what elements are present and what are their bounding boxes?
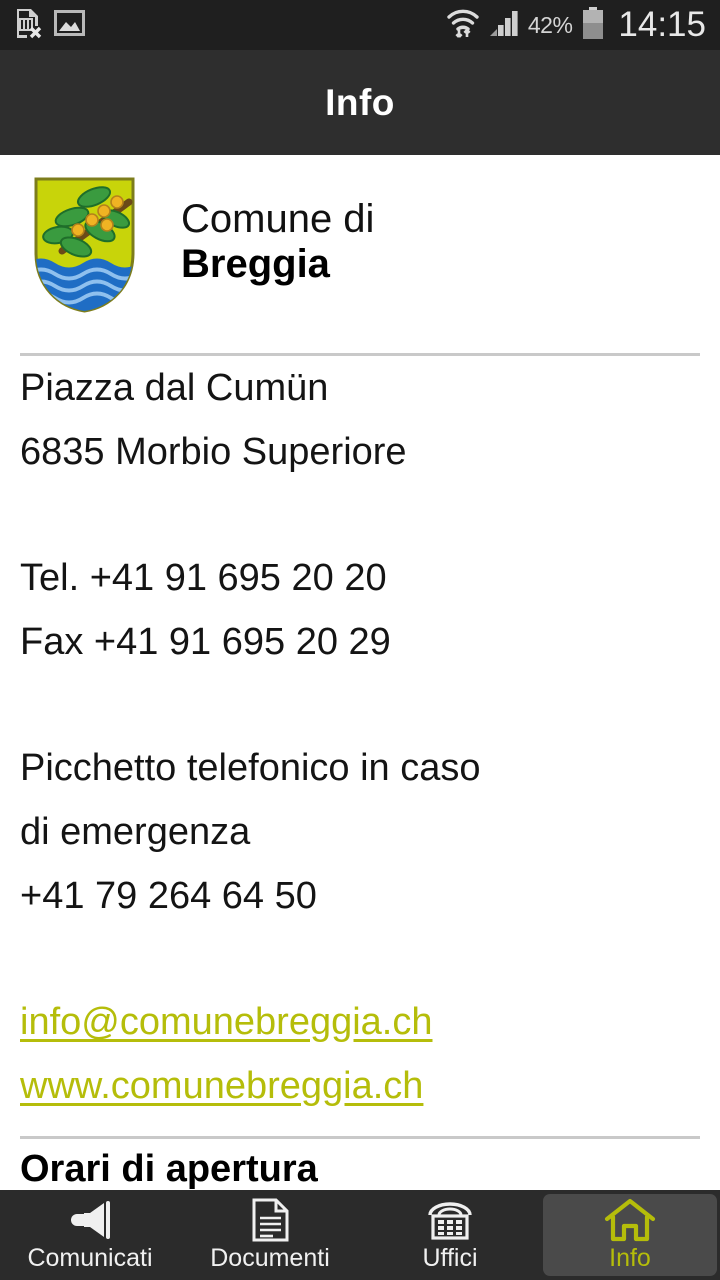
info-content[interactable]: Comune di Breggia Piazza dal Cumün 6835 … [0, 155, 720, 1190]
nav-tab-uffici[interactable]: Uffici [363, 1194, 537, 1276]
status-bar-right-icons: 42% 14:15 [446, 5, 706, 45]
nav-label-uffici: Uffici [422, 1244, 478, 1272]
brand-line-comune: Comune di [181, 197, 375, 241]
emergency-number: +41 79 264 64 50 [20, 875, 317, 917]
bottom-navigation-bar: Comunicati Documenti Uffici Info [0, 1190, 720, 1280]
nav-tab-info[interactable]: Info [543, 1194, 717, 1276]
page-title: Info [325, 81, 395, 123]
nav-tab-documenti[interactable]: Documenti [183, 1194, 357, 1276]
nav-label-info: Info [609, 1244, 651, 1272]
breggia-coat-of-arms-icon [32, 175, 137, 315]
cellular-signal-icon [489, 9, 519, 42]
brand-text: Comune di Breggia [181, 175, 374, 287]
sim-card-error-icon [14, 7, 44, 44]
document-icon [251, 1198, 289, 1242]
nav-label-documenti: Documenti [210, 1244, 330, 1272]
app-screen: 42% 14:15 Info Comune di Breggia Piazza … [0, 0, 720, 1280]
nav-label-comunicati: Comunicati [27, 1244, 153, 1272]
website-link[interactable]: www.comunebreggia.ch [20, 1054, 700, 1118]
address-city: 6835 Morbio Superiore [20, 431, 407, 473]
email-link[interactable]: info@comunebreggia.ch [20, 990, 700, 1054]
status-bar-left-icons [14, 7, 85, 44]
brand-line-breggia: Breggia [181, 241, 330, 286]
emergency-label-line2: di emergenza [20, 811, 251, 853]
title-bar: Info [0, 50, 720, 155]
battery-icon [581, 6, 605, 44]
fax-line: Fax +41 91 695 20 29 [20, 621, 391, 663]
status-bar: 42% 14:15 [0, 0, 720, 50]
clock-label: 14:15 [618, 5, 706, 44]
emergency-label-line1: Picchetto telefonico in caso [20, 747, 481, 789]
contact-block: Piazza dal Cumün 6835 Morbio Superiore T… [0, 356, 720, 1118]
address-street: Piazza dal Cumün [20, 367, 329, 409]
telephone-line: Tel. +41 91 695 20 20 [20, 557, 387, 599]
opening-hours-heading: Orari di apertura [20, 1148, 318, 1190]
nav-tab-comunicati[interactable]: Comunicati [3, 1194, 177, 1276]
image-icon [54, 9, 85, 42]
home-icon [604, 1198, 656, 1242]
wifi-transfer-icon [446, 6, 480, 45]
battery-percent-label: 42% [527, 11, 573, 38]
megaphone-icon [67, 1198, 113, 1242]
telephone-icon [426, 1198, 474, 1242]
brand-header: Comune di Breggia [0, 155, 720, 315]
